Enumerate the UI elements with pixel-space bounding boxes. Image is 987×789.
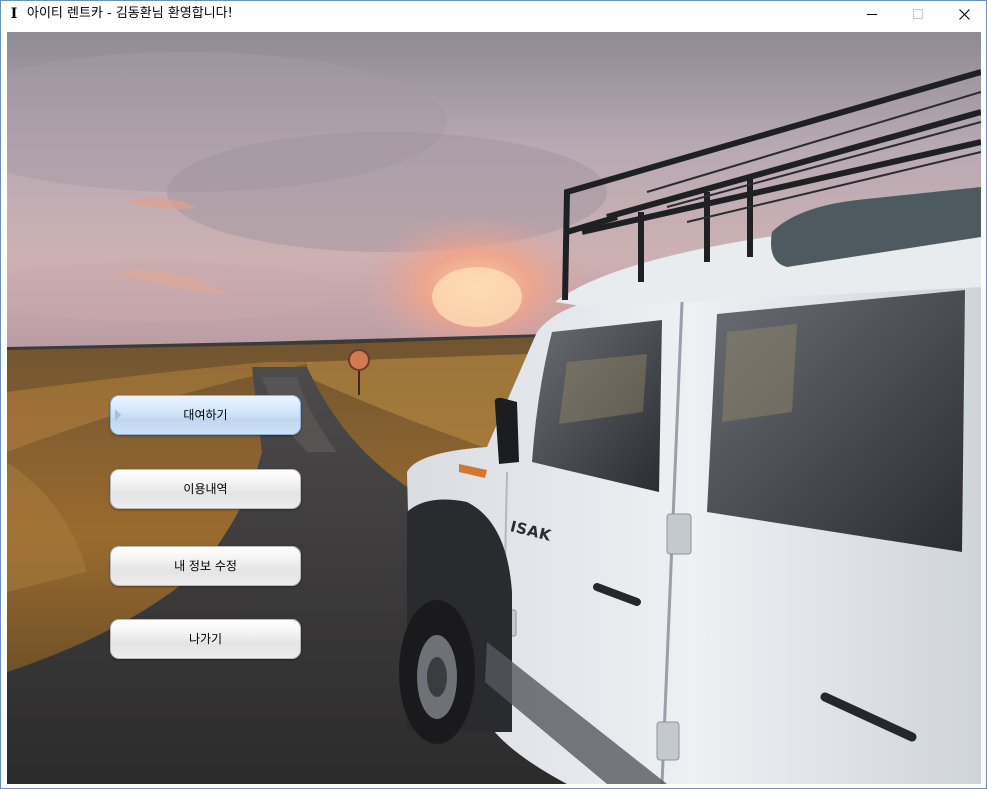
close-button[interactable] — [941, 1, 987, 27]
app-window: I 아이티 렌트카 - 김동환님 환영합니다! ISAK 대여하기 이용내역 내… — [0, 0, 987, 789]
window-title: 아이티 렌트카 - 김동환님 환영합니다! — [27, 6, 233, 21]
hover-arrow-icon — [115, 409, 121, 421]
history-button[interactable]: 이용내역 — [110, 469, 301, 509]
minimize-icon — [867, 14, 877, 15]
app-icon: I — [10, 6, 18, 22]
main-panel: ISAK 대여하기 이용내역 내 정보 수정 나가기 — [7, 32, 981, 784]
exit-button[interactable]: 나가기 — [110, 619, 301, 659]
exit-button-label: 나가기 — [188, 632, 223, 646]
edit-profile-button[interactable]: 내 정보 수정 — [110, 546, 301, 586]
minimize-button[interactable] — [849, 1, 895, 27]
maximize-button[interactable] — [895, 1, 941, 27]
rent-button[interactable]: 대여하기 — [110, 395, 301, 435]
edit-profile-button-label: 내 정보 수정 — [174, 559, 237, 573]
history-button-label: 이용내역 — [183, 482, 228, 496]
close-icon — [959, 9, 970, 20]
title-bar[interactable]: I 아이티 렌트카 - 김동환님 환영합니다! — [1, 1, 986, 27]
rent-button-label: 대여하기 — [183, 408, 228, 422]
maximize-icon — [913, 9, 923, 19]
